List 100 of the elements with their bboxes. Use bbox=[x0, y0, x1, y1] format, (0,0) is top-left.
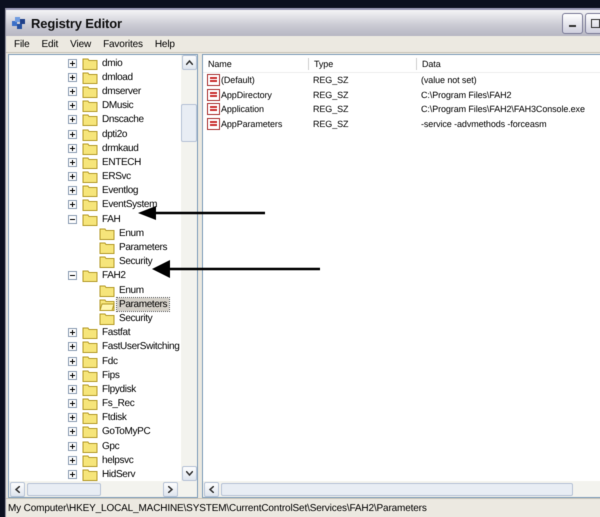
string-value-icon bbox=[207, 103, 220, 116]
expand-toggle[interactable] bbox=[68, 86, 77, 96]
value-data: C:\Program Files\FAH2 bbox=[420, 90, 512, 100]
tree-item[interactable]: Dnscache bbox=[100, 113, 146, 126]
menu-item[interactable]: File bbox=[8, 38, 36, 50]
expand-toggle[interactable] bbox=[68, 442, 77, 451]
folder-icon bbox=[82, 170, 98, 184]
tree-item[interactable]: drmkaud bbox=[100, 142, 140, 155]
column-header[interactable]: Name bbox=[203, 58, 309, 70]
expand-toggle[interactable] bbox=[68, 413, 77, 422]
menu-item[interactable]: View bbox=[64, 38, 98, 50]
plus-icon bbox=[69, 456, 76, 464]
folder-icon bbox=[82, 142, 98, 155]
expand-toggle[interactable] bbox=[68, 342, 77, 352]
plus-icon bbox=[69, 442, 76, 450]
expand-toggle[interactable] bbox=[68, 101, 77, 110]
collapse-toggle[interactable] bbox=[68, 271, 77, 280]
tree-item[interactable]: Fastfat bbox=[100, 326, 132, 340]
tree-item[interactable]: Eventlog bbox=[100, 184, 140, 198]
expand-toggle[interactable] bbox=[68, 328, 77, 338]
plus-icon bbox=[69, 102, 76, 110]
plus-icon bbox=[69, 201, 76, 208]
scroll-right-button[interactable] bbox=[163, 482, 178, 496]
expand-toggle[interactable] bbox=[68, 356, 77, 366]
folder-icon bbox=[82, 84, 98, 98]
plus-icon bbox=[69, 372, 76, 379]
folder-icon bbox=[82, 411, 98, 424]
tree-item[interactable]: FAH bbox=[100, 212, 122, 226]
tree-item[interactable]: ERSvc bbox=[100, 170, 133, 184]
expand-toggle[interactable] bbox=[68, 399, 77, 408]
tree-item[interactable]: FastUserSwitching bbox=[100, 340, 181, 354]
tree-item[interactable]: ENTECH bbox=[100, 156, 144, 169]
menu-item[interactable]: Favorites bbox=[97, 38, 149, 50]
tree-item[interactable]: Fips bbox=[100, 368, 122, 382]
status-bar: My Computer\HKEY_LOCAL_MACHINE\SYSTEM\CurrentControlSet\Services\FAH2\Parameters bbox=[6, 498, 600, 517]
tree-item[interactable]: Gpc bbox=[100, 440, 122, 453]
expand-toggle[interactable] bbox=[68, 370, 77, 380]
column-header[interactable]: Type bbox=[309, 58, 417, 70]
tree-item[interactable]: Parameters bbox=[117, 298, 170, 311]
tree-item[interactable]: Security bbox=[117, 255, 154, 268]
expand-toggle[interactable] bbox=[68, 200, 77, 210]
tree-item[interactable]: dmio bbox=[100, 56, 124, 70]
tree-item[interactable]: Enum bbox=[117, 284, 146, 297]
value-name[interactable]: AppDirectory bbox=[221, 90, 272, 100]
string-value-icon bbox=[207, 74, 220, 86]
tree-item[interactable]: dmload bbox=[100, 70, 135, 84]
expand-toggle[interactable] bbox=[68, 186, 77, 196]
maximize-button[interactable] bbox=[585, 12, 600, 34]
tree-item[interactable]: FAH2 bbox=[100, 269, 128, 282]
chevron-up-icon bbox=[186, 60, 192, 65]
tree-item[interactable]: Security bbox=[117, 312, 154, 325]
scroll-down-button[interactable] bbox=[182, 466, 196, 481]
expand-toggle[interactable] bbox=[68, 58, 77, 68]
expand-toggle[interactable] bbox=[68, 158, 77, 167]
expand-toggle[interactable] bbox=[68, 384, 77, 394]
tree-item[interactable]: Flpydisk bbox=[100, 382, 138, 396]
tree-item[interactable]: Parameters bbox=[117, 241, 170, 254]
window-title: Registry Editor bbox=[31, 16, 122, 30]
menu-item[interactable]: Help bbox=[148, 38, 181, 50]
expand-toggle[interactable] bbox=[68, 115, 77, 124]
expand-toggle[interactable] bbox=[68, 172, 77, 182]
expand-toggle[interactable] bbox=[68, 456, 77, 465]
scroll-left-button[interactable] bbox=[10, 482, 25, 496]
chevron-down-icon bbox=[186, 471, 192, 476]
folder-icon bbox=[99, 226, 115, 240]
tree-item[interactable]: Fdc bbox=[100, 354, 120, 368]
scrollbar-thumb[interactable] bbox=[221, 482, 573, 496]
expand-toggle[interactable] bbox=[68, 470, 77, 480]
column-header[interactable]: Data bbox=[417, 58, 600, 70]
expand-toggle[interactable] bbox=[68, 130, 77, 139]
value-type: REG_SZ bbox=[312, 75, 350, 86]
plus-icon bbox=[69, 471, 76, 478]
value-name[interactable]: (Default) bbox=[221, 75, 255, 86]
scrollbar-thumb[interactable] bbox=[181, 104, 197, 142]
scroll-left-button[interactable] bbox=[204, 482, 219, 496]
tree-item[interactable]: HidServ bbox=[100, 468, 138, 481]
tree-item[interactable]: dpti2o bbox=[100, 128, 130, 141]
tree-item[interactable]: Enum bbox=[117, 226, 146, 240]
tree-item[interactable]: Fs_Rec bbox=[100, 397, 136, 410]
tree-item[interactable]: helpsvc bbox=[100, 454, 136, 467]
scroll-up-button[interactable] bbox=[182, 55, 196, 70]
expand-toggle[interactable] bbox=[68, 144, 77, 153]
scrollbar-thumb[interactable] bbox=[27, 482, 101, 496]
value-name[interactable]: AppParameters bbox=[221, 118, 282, 129]
folder-icon bbox=[82, 326, 98, 340]
menu-item[interactable]: Edit bbox=[36, 38, 64, 50]
value-type: REG_SZ bbox=[312, 90, 350, 100]
tree-item[interactable]: Ftdisk bbox=[100, 411, 129, 424]
collapse-toggle[interactable] bbox=[68, 214, 77, 224]
tree-item[interactable]: EventSystem bbox=[100, 198, 160, 212]
expand-toggle[interactable] bbox=[68, 427, 77, 436]
minimize-button[interactable] bbox=[562, 12, 583, 34]
value-name[interactable]: Application bbox=[221, 104, 264, 114]
tree-item[interactable]: GoToMyPC bbox=[100, 425, 152, 438]
folder-icon bbox=[99, 284, 115, 297]
string-value-icon bbox=[207, 88, 220, 101]
folder-icon bbox=[82, 354, 98, 368]
tree-item[interactable]: dmserver bbox=[100, 84, 143, 98]
tree-item[interactable]: DMusic bbox=[100, 99, 136, 112]
expand-toggle[interactable] bbox=[68, 72, 77, 82]
